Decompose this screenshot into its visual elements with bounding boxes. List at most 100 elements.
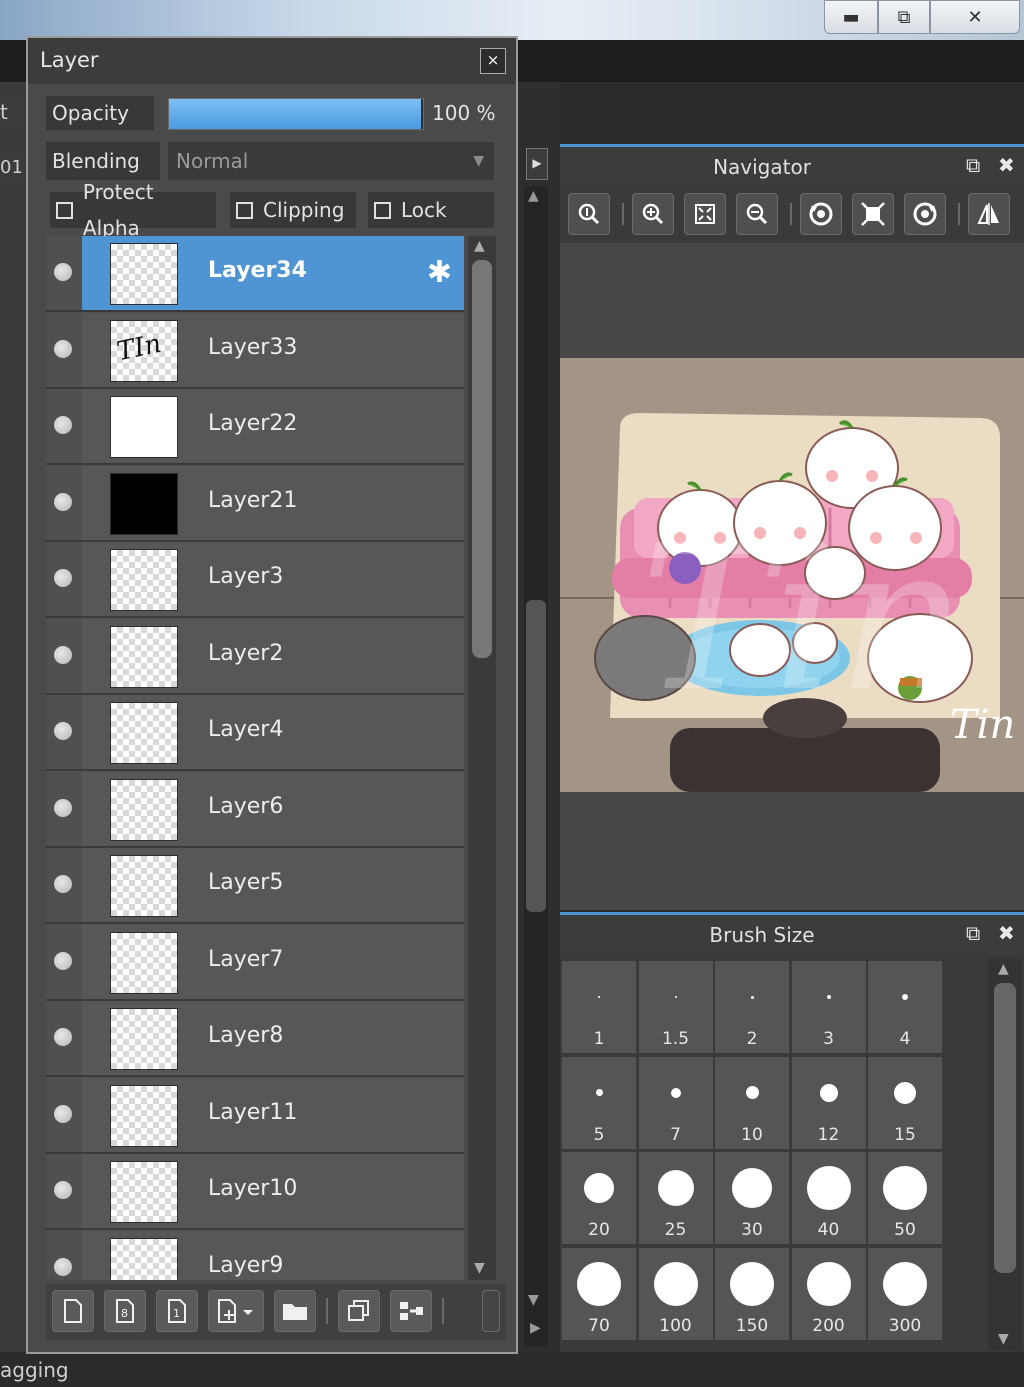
close-icon[interactable]: ✖: [998, 921, 1015, 945]
visibility-toggle[interactable]: [46, 924, 82, 999]
brush-size-cell[interactable]: 12: [791, 1056, 866, 1149]
flip-horizontal-icon[interactable]: [968, 193, 1010, 235]
lock-checkbox[interactable]: Lock: [368, 192, 494, 228]
minimize-button[interactable]: ▬: [824, 0, 878, 34]
brush-size-cell[interactable]: 5: [562, 1056, 636, 1149]
brush-size-cell[interactable]: 2: [715, 961, 789, 1053]
toolbar-overflow[interactable]: [482, 1290, 500, 1332]
popout-icon[interactable]: ⧉: [966, 153, 980, 177]
visibility-toggle[interactable]: [46, 695, 82, 769]
layer-titlebar[interactable]: Layer ×: [28, 38, 516, 84]
close-icon[interactable]: ✖: [998, 153, 1015, 177]
window-close-button[interactable]: ✕: [930, 0, 1020, 34]
scroll-down-icon[interactable]: ▼: [998, 1331, 1009, 1347]
gear-icon[interactable]: ✱: [427, 256, 452, 290]
visibility-toggle[interactable]: [46, 465, 82, 540]
brush-size-cell[interactable]: 7: [638, 1056, 713, 1149]
add-layer-menu-icon[interactable]: [208, 1290, 264, 1332]
duplicate-layer-icon[interactable]: [338, 1290, 380, 1332]
new-layer-icon[interactable]: [52, 1290, 94, 1332]
visibility-toggle[interactable]: [46, 389, 82, 463]
middle-scrollbar[interactable]: ▲ ▼ ▶: [524, 186, 548, 1346]
layer-list-scrollbar[interactable]: ▲ ▼: [468, 236, 496, 1280]
visibility-toggle[interactable]: [46, 848, 82, 922]
brush-size-cell[interactable]: 15: [868, 1056, 942, 1149]
scroll-thumb[interactable]: [526, 600, 546, 912]
zoom-in-icon[interactable]: [632, 193, 674, 235]
brush-size-cell[interactable]: 100: [638, 1247, 713, 1340]
scroll-up-icon[interactable]: ▲: [474, 238, 485, 254]
popout-icon[interactable]: ⧉: [966, 921, 980, 945]
brush-size-cell[interactable]: 10: [715, 1056, 789, 1149]
layer-row[interactable]: Layer22: [46, 389, 464, 465]
brush-size-cell[interactable]: 25: [638, 1152, 713, 1244]
brush-size-cell[interactable]: 3: [791, 961, 866, 1053]
brush-size-cell[interactable]: 1.5: [638, 961, 713, 1053]
zoom-out-icon[interactable]: [736, 193, 778, 235]
brush-size-cell[interactable]: 4: [868, 961, 942, 1053]
visibility-toggle[interactable]: [46, 1077, 82, 1152]
layer-row[interactable]: Layer10: [46, 1154, 464, 1230]
opacity-slider[interactable]: [168, 98, 424, 130]
visibility-toggle[interactable]: [46, 771, 82, 846]
visibility-toggle[interactable]: [46, 1001, 82, 1075]
close-icon[interactable]: ×: [480, 48, 506, 74]
layer-row[interactable]: Layer34 ✱: [46, 236, 464, 312]
canvas-preview[interactable]: Tin Tin: [560, 358, 1024, 792]
scroll-thumb[interactable]: [994, 983, 1016, 1273]
brush-size-cell[interactable]: 40: [791, 1152, 866, 1244]
brush-size-cell[interactable]: 150: [715, 1247, 789, 1340]
layer-row[interactable]: Layer7: [46, 924, 464, 1001]
layer-row[interactable]: Layer6: [46, 771, 464, 848]
rotate-left-icon[interactable]: [800, 193, 842, 235]
scroll-down-icon[interactable]: ▼: [474, 1260, 485, 1276]
maximize-button[interactable]: ⧉: [878, 0, 930, 34]
zoom-reset-icon[interactable]: [568, 193, 610, 235]
visibility-toggle[interactable]: [46, 542, 82, 616]
visibility-toggle[interactable]: [46, 1230, 82, 1280]
layer-row[interactable]: Layer3: [46, 542, 464, 618]
visibility-toggle[interactable]: [46, 618, 82, 693]
visibility-toggle[interactable]: [46, 236, 82, 310]
brush-size-cell[interactable]: 300: [868, 1247, 942, 1340]
rotate-right-icon[interactable]: [904, 193, 946, 235]
scroll-down-icon[interactable]: ▼: [528, 1292, 539, 1308]
scroll-thumb[interactable]: [472, 260, 492, 658]
layer-row[interactable]: Layer9: [46, 1230, 464, 1280]
brush-size-cell[interactable]: 20: [562, 1152, 636, 1244]
layer-row[interactable]: Layer5: [46, 848, 464, 924]
layer-row[interactable]: Layer4: [46, 695, 464, 771]
navigator-header[interactable]: Navigator ⧉ ✖: [560, 147, 1024, 187]
merge-down-icon[interactable]: [390, 1290, 432, 1332]
protect-alpha-checkbox[interactable]: Protect Alpha: [50, 180, 216, 240]
brush-size-cell[interactable]: 70: [562, 1247, 636, 1340]
layer-row[interactable]: Layer8: [46, 1001, 464, 1077]
brush-size-cell[interactable]: 200: [791, 1247, 866, 1340]
brush-size-cell[interactable]: 50: [868, 1152, 942, 1244]
full-view-icon[interactable]: [852, 193, 894, 235]
scroll-up-icon[interactable]: ▲: [528, 188, 539, 204]
left-tab-partial[interactable]: t Ec: [0, 92, 26, 132]
brush-size-cell[interactable]: 30: [715, 1152, 789, 1244]
layer-row[interactable]: Layer11: [46, 1077, 464, 1154]
navigator-view[interactable]: Tin Tin: [560, 243, 1024, 909]
blending-select[interactable]: Normal ▼: [168, 142, 494, 180]
brush-size-scrollbar[interactable]: ▲ ▼: [988, 959, 1022, 1351]
brush-size-header[interactable]: Brush Size ⧉ ✖: [560, 915, 1024, 955]
brush-size-cell[interactable]: 1: [562, 961, 636, 1053]
collapse-arrow-button[interactable]: ▶: [526, 148, 548, 180]
scroll-right-icon[interactable]: ▶: [530, 1320, 541, 1336]
new-1bit-layer-icon[interactable]: 1: [156, 1290, 198, 1332]
visibility-toggle[interactable]: [46, 1154, 82, 1228]
left-tab-partial-2[interactable]: 01: [0, 148, 26, 188]
brush-size-label: 30: [741, 1220, 763, 1240]
new-8bit-layer-icon[interactable]: 8: [104, 1290, 146, 1332]
scroll-up-icon[interactable]: ▲: [998, 961, 1009, 977]
fit-icon[interactable]: [684, 193, 726, 235]
layer-row[interactable]: TIn Layer33: [46, 312, 464, 389]
new-folder-icon[interactable]: [274, 1290, 316, 1332]
clipping-checkbox[interactable]: Clipping: [230, 192, 356, 228]
layer-row[interactable]: Layer2: [46, 618, 464, 695]
layer-row[interactable]: Layer21: [46, 465, 464, 542]
visibility-toggle[interactable]: [46, 312, 82, 387]
